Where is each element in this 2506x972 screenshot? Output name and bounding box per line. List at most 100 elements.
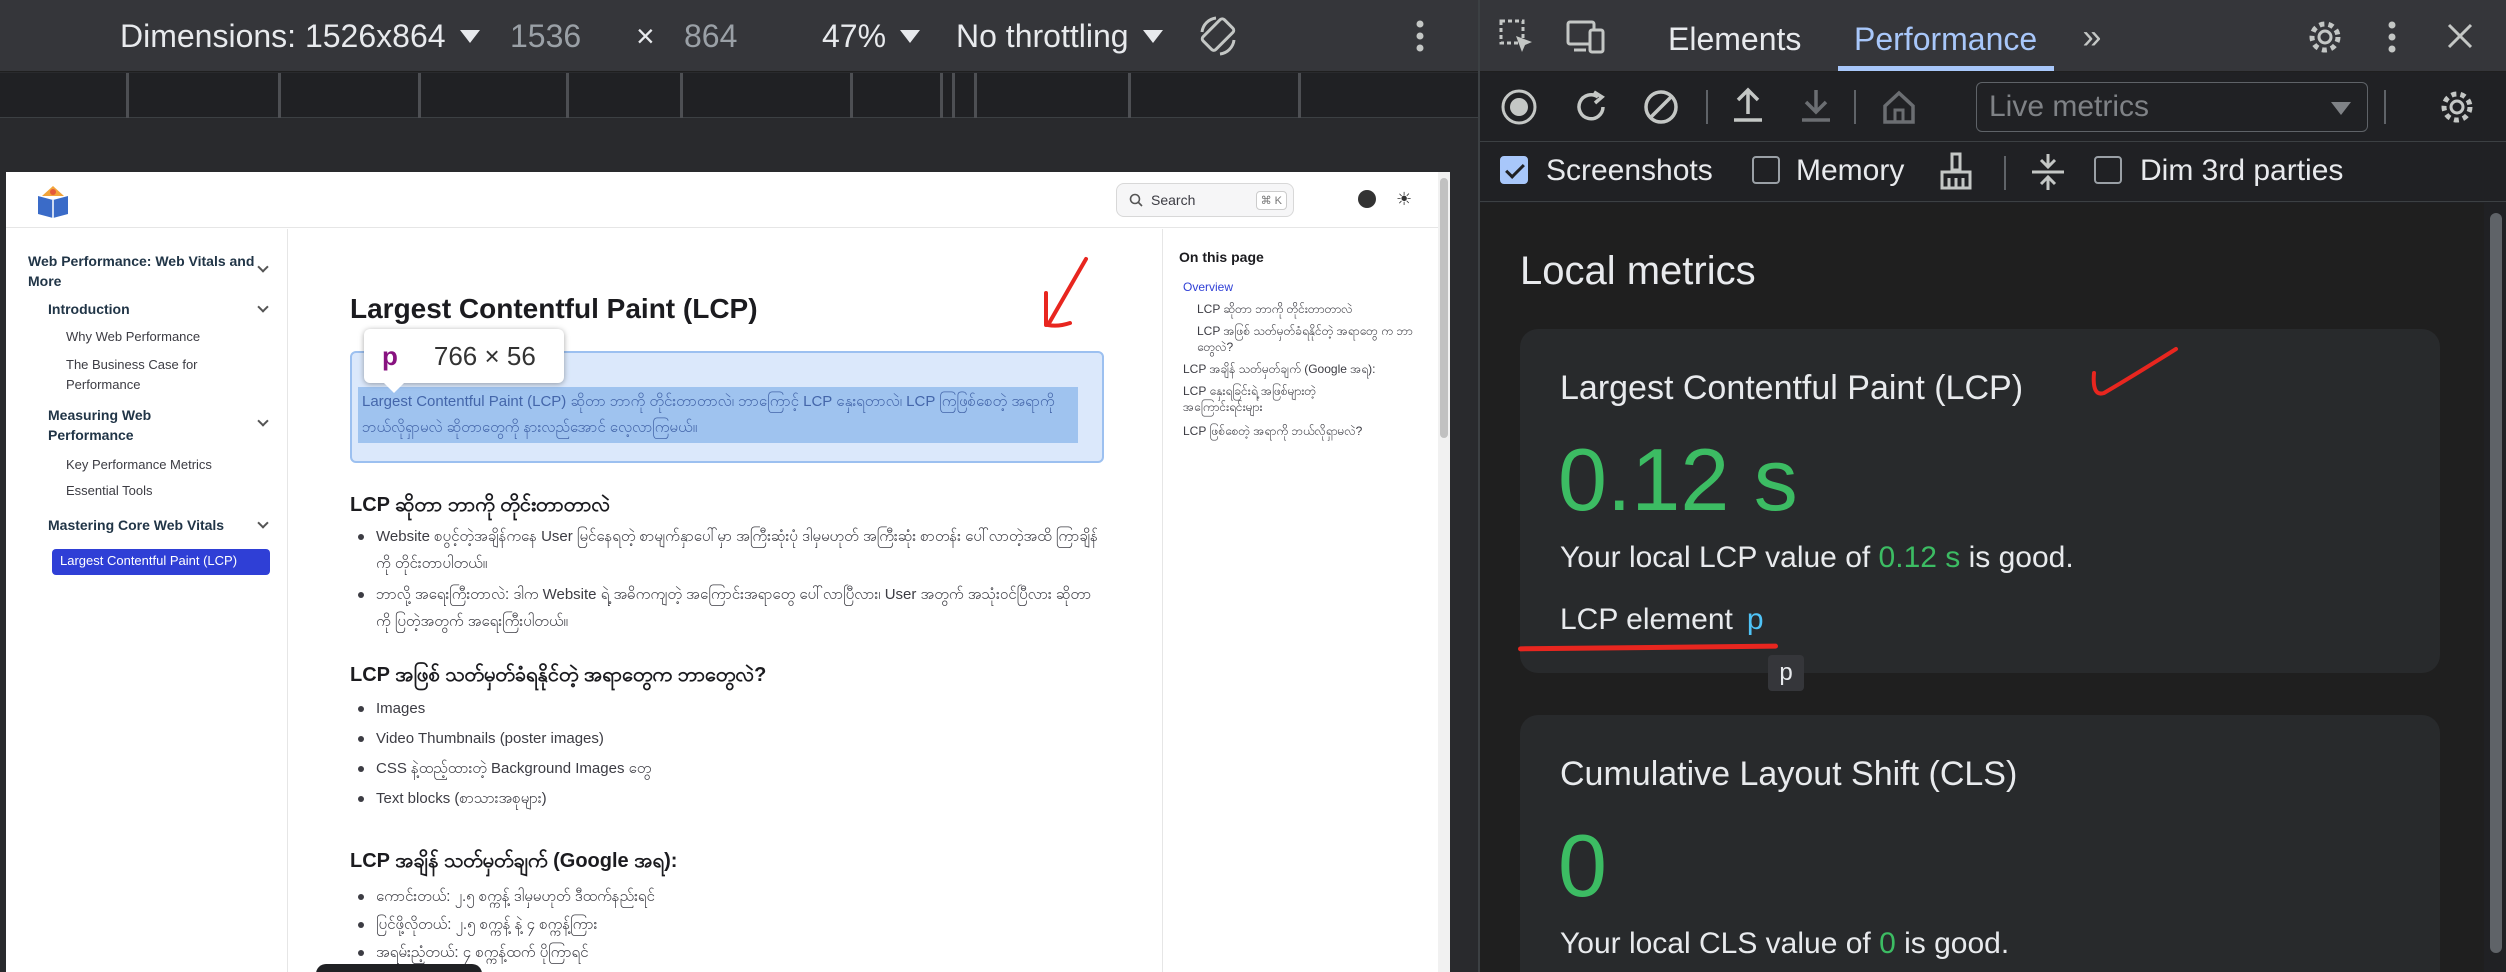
cls-card: Cumulative Layout Shift (CLS) 0 Your loc… [1520,715,2440,972]
sidebar-item-mastering-cwv[interactable]: Mastering Core Web Vitals [48,515,269,535]
device-emulation-area: Dimensions: 1526x864 1536 × 864 47% No t… [0,0,1478,972]
more-options-icon[interactable] [2386,20,2398,54]
lcp-element-link[interactable]: p [1747,603,1764,636]
ruler-tick [1128,73,1131,118]
rotate-icon[interactable] [1194,0,1242,72]
performance-options-bar: Screenshots Memory Dim 3rd parties [1480,142,2506,202]
chevron-down-icon [257,415,269,427]
record-icon[interactable] [1500,88,1538,126]
toc-item[interactable]: LCP အချိန် သတ်မှတ်ချက် (Google အရ): [1183,361,1427,377]
sidebar-item-business-case[interactable]: The Business Case for Performance [66,355,207,395]
chevron-down-icon [257,261,269,273]
performance-toolbar: Live metrics [1480,72,2506,142]
dim-3rd-parties-label: Dim 3rd parties [2140,154,2344,187]
list-item: ဘာလို့ အရေးကြီးတာလဲ: ဒါက Website ရဲ့ အဓိ… [358,581,1098,635]
height-input[interactable]: 864 [684,0,737,72]
site-sidebar: Web Performance: Web Vitals and More Int… [6,229,288,972]
cls-title: Cumulative Layout Shift (CLS) [1560,755,2018,793]
lcp-element-row: LCP element p [1560,603,1764,637]
download-icon[interactable] [1798,86,1834,126]
inspect-element-icon[interactable] [1498,18,1536,56]
toc-item[interactable]: LCP နှေးရခြင်းရဲ့ အဖြစ်များတဲ့ အကြောင်းရ… [1183,383,1363,415]
screen: Dimensions: 1526x864 1536 × 864 47% No t… [0,0,2506,972]
chevron-down-icon [1142,29,1163,43]
close-icon[interactable] [2446,22,2474,50]
sidebar-item-why-web-performance[interactable]: Why Web Performance [66,327,267,347]
cls-value: 0 [1558,816,1607,915]
ruler-tick [850,73,853,118]
theme-toggle-icon[interactable]: ☀ [1396,190,1414,208]
memory-label: Memory [1796,154,1905,187]
collapse-icon[interactable] [2030,152,2066,192]
zoom-dropdown[interactable]: 47% [822,0,921,72]
devtools-scrollbar[interactable] [2484,203,2506,972]
book-logo-icon[interactable] [34,182,72,220]
tooltip-tag: p [382,340,398,371]
width-input[interactable]: 1536 [510,0,581,72]
list-item: Website စပွင့်တဲ့အချိန်ကနေ User မြင်နေရတ… [358,523,1098,577]
on-this-page-toc: On this page Overview LCP ဆိုတာ ဘာကို တိ… [1162,229,1432,972]
lcp-card: Largest Contentful Paint (LCP) 0.12 s Yo… [1520,329,2440,673]
section-heading: LCP ဆိုတာ ဘာကို တိုင်းတာတာလဲ [350,494,611,516]
live-metrics-select[interactable]: Live metrics [1976,82,2368,132]
annotation-check-mark [2091,347,2178,396]
clear-icon[interactable] [1642,88,1680,126]
reload-record-icon[interactable] [1572,88,1610,126]
tab-elements[interactable]: Elements [1668,0,1801,72]
github-icon[interactable] [1358,190,1376,208]
lcp-element-tooltip: p [1768,655,1804,691]
screenshots-checkbox[interactable] [1500,156,1528,184]
capture-settings-gear-icon[interactable] [2438,88,2476,126]
memory-checkbox[interactable] [1752,156,1780,184]
home-icon[interactable] [1880,88,1918,126]
intro-paragraph: Largest Contentful Paint (LCP) ဆိုတာ ဘာက… [362,393,1055,436]
more-options-icon[interactable] [1414,0,1426,72]
lcp-value: 0.12 s [1558,430,1798,529]
main-content: Largest Contentful Paint (LCP) Largest C… [336,229,1156,972]
lcp-title: Largest Contentful Paint (LCP) [1560,369,2024,407]
sidebar-item-essential-tools[interactable]: Essential Tools [66,481,267,501]
upload-icon[interactable] [1730,86,1766,126]
media-query-ruler[interactable] [0,73,1478,118]
settings-gear-icon[interactable] [2306,18,2344,56]
throttling-dropdown[interactable]: No throttling [956,0,1163,72]
search-button[interactable]: Search ⌘ K [1116,183,1294,217]
sidebar-item-web-performance[interactable]: Web Performance: Web Vitals and More [28,251,269,291]
ruler-tick [126,73,129,118]
dimensions-dropdown[interactable]: Dimensions: 1526x864 [120,0,480,72]
device-toolbar-icon[interactable] [1566,18,1606,56]
tab-performance[interactable]: Performance [1854,0,2037,72]
toc-item[interactable]: LCP ဆိုတာ ဘာကို တိုင်းတာတာလဲ [1197,301,1427,317]
live-metrics-view: Local metrics Largest Contentful Paint (… [1480,203,2484,972]
list-item: Text blocks (စာသားအစုများ) [358,785,1098,812]
list-item: CSS နဲ့ထည့်ထားတဲ့ Background Images တွေ [358,755,1098,782]
throttling-label: No throttling [956,17,1129,54]
ruler-tick [418,73,421,118]
ruler-tick [952,73,955,118]
list-item: ကောင်းတယ်: ၂.၅ စက္ကန့် ဒါမှမဟုတ် ဒီထက်နည… [358,883,1098,910]
search-icon [1129,193,1143,207]
ruler-tick [974,73,977,118]
sidebar-item-key-metrics[interactable]: Key Performance Metrics [66,455,267,475]
sidebar-item-lcp-active[interactable]: Largest Contentful Paint (LCP) [52,549,270,575]
page-scrollbar[interactable] [1438,172,1450,972]
chevron-down-icon [2331,102,2351,115]
emulated-page: Search ⌘ K ☀ Web Performance: Web Vitals… [6,172,1450,972]
more-tabs-icon[interactable]: » [2072,20,2112,54]
sidebar-item-measuring[interactable]: Measuring Web Performance [48,405,269,445]
toc-item[interactable]: LCP ဖြစ်စေတဲ့ အရာကို ဘယ်လိုရှာမလဲ? [1183,423,1427,439]
toc-item-overview[interactable]: Overview [1183,279,1423,295]
floating-bar [316,964,482,972]
dim-3rd-parties-checkbox[interactable] [2094,156,2122,184]
search-label: Search [1151,192,1196,208]
toc-item[interactable]: LCP အဖြစ် သတ်မှတ်ခံရနိုင်တဲ့ အရာတွေ က ဘာ… [1197,323,1427,355]
scrollbar-thumb[interactable] [1440,178,1448,438]
ruler-tick [566,73,569,118]
list-item: အရမ်းညံ့တယ်: ၄ စက္ကန့်ထက် ပိုကြာရင် [358,939,1098,966]
list-item: Images [358,695,1098,722]
garbage-collect-broom-icon[interactable] [1938,152,1974,192]
list-item: Video Thumbnails (poster images) [358,725,1098,752]
scrollbar-thumb[interactable] [2490,213,2502,953]
devtools-tabbar: Elements Performance » [1480,0,2506,72]
sidebar-item-introduction[interactable]: Introduction [48,299,269,319]
